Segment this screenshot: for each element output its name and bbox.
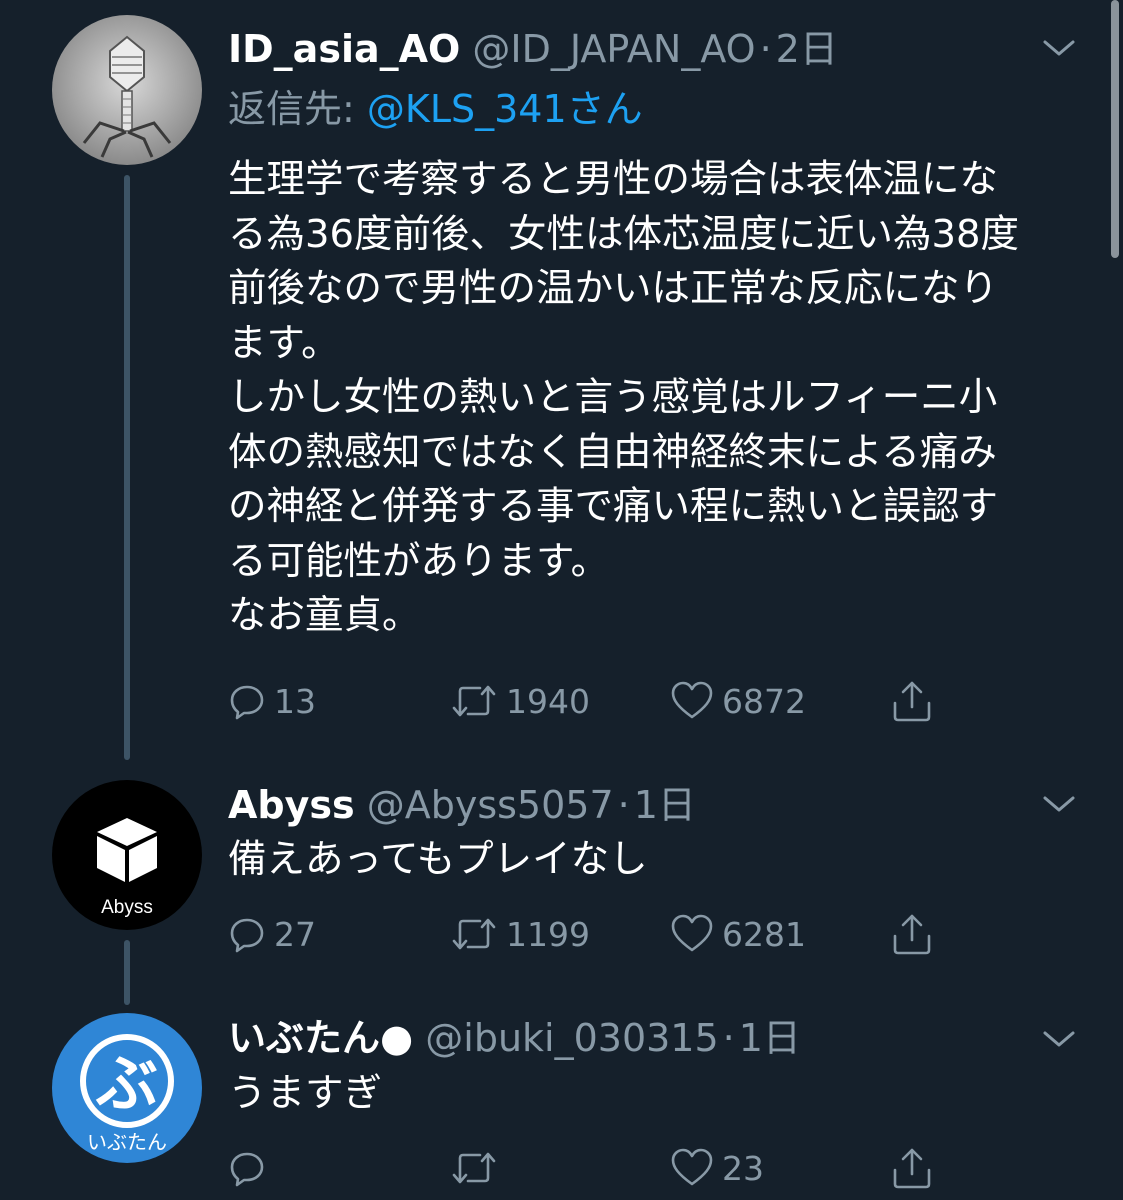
avatar-label: いぶたん <box>87 1130 167 1154</box>
tweet-header: いぶたん● @ibuki_030315 · 1日 <box>228 1011 1033 1065</box>
ibutan-logo-icon: ぶ いぶたん <box>80 1034 174 1154</box>
like-count: 6281 <box>722 914 806 954</box>
chevron-down-icon[interactable] <box>1041 1027 1077 1051</box>
display-name[interactable]: Abyss <box>228 783 355 827</box>
like-icon <box>671 914 713 952</box>
share-icon <box>893 914 931 955</box>
display-name[interactable]: いぶたん● <box>228 1016 413 1060</box>
separator-dot: · <box>617 783 630 827</box>
avatar-glyph: ぶ <box>95 1047 158 1120</box>
retweet-button[interactable]: 1199 <box>450 909 590 959</box>
display-name[interactable]: ID_asia_AO <box>228 27 460 71</box>
user-handle[interactable]: @Abyss5057 <box>367 783 614 827</box>
tweet-text: 生理学で考察すると男性の場合は表体温にな る為36度前後、女性は体芯温度に近い為… <box>228 157 1019 638</box>
tweet-header: ID_asia_AO @ID_JAPAN_AO · 2日 <box>228 22 1033 76</box>
tweet-1[interactable]: ID_asia_AO @ID_JAPAN_AO · 2日 返信先: @KLS_341… <box>0 0 1123 760</box>
tweet-text: 備えあってもプレイなし <box>228 837 648 882</box>
tweet-actions: 27 1199 6281 <box>228 909 968 959</box>
reply-button[interactable] <box>228 1143 274 1193</box>
retweet-count: 1940 <box>506 681 590 721</box>
tweet-actions: 23 <box>228 1143 968 1193</box>
retweet-button[interactable] <box>450 1143 506 1193</box>
reply-icon <box>230 1152 264 1187</box>
reply-mention-link[interactable]: @KLS_341さん <box>367 87 643 131</box>
share-icon <box>893 1148 931 1189</box>
reply-icon <box>230 685 264 720</box>
reply-prefix: 返信先: <box>228 87 355 131</box>
timestamp[interactable]: 1日 <box>739 1016 801 1060</box>
bacteriophage-avatar-image <box>82 35 172 158</box>
share-button[interactable] <box>890 1143 934 1193</box>
avatar-label: Abyss <box>101 897 153 918</box>
like-button[interactable]: 6281 <box>670 909 806 959</box>
cube-logo-icon: Abyss <box>97 818 157 918</box>
tweet-header: Abyss @Abyss5057 · 1日 <box>228 778 1033 832</box>
timestamp[interactable]: 2日 <box>776 27 838 71</box>
avatar[interactable]: ぶ いぶたん <box>52 1013 202 1163</box>
tweet-2[interactable]: Abyss Abyss @Abyss5057 · 1日 備えあってもプレイなし 27… <box>0 770 1123 1005</box>
retweet-count: 1199 <box>506 914 590 954</box>
tweet-3[interactable]: ぶ いぶたん いぶたん● @ibuki_030315 · 1日 うますぎ 23 <box>0 1005 1123 1200</box>
share-button[interactable] <box>890 909 934 959</box>
retweet-icon <box>452 685 496 717</box>
thread-line <box>124 940 130 1005</box>
retweet-button[interactable]: 1940 <box>450 676 590 726</box>
reply-count: 13 <box>274 681 316 721</box>
avatar[interactable]: Abyss <box>52 780 202 930</box>
retweet-icon <box>452 918 496 950</box>
reply-button[interactable]: 13 <box>228 676 316 726</box>
separator-dot: · <box>722 1016 735 1060</box>
tweet-text: うますぎ <box>228 1071 383 1116</box>
like-button[interactable]: 23 <box>670 1143 764 1193</box>
reply-count: 27 <box>274 914 316 954</box>
thread-line <box>124 175 130 760</box>
share-button[interactable] <box>890 676 934 726</box>
like-count: 23 <box>722 1148 764 1188</box>
tweet-actions: 13 1940 6872 <box>228 676 968 726</box>
reply-icon <box>230 918 264 953</box>
like-icon <box>671 681 713 719</box>
user-handle[interactable]: @ibuki_030315 <box>425 1016 718 1060</box>
timestamp[interactable]: 1日 <box>634 783 696 827</box>
chevron-down-icon[interactable] <box>1041 36 1077 60</box>
reply-context: 返信先: @KLS_341さん <box>228 82 643 136</box>
share-icon <box>893 681 931 722</box>
chevron-down-icon[interactable] <box>1041 792 1077 816</box>
retweet-icon <box>452 1152 496 1184</box>
like-count: 6872 <box>722 681 806 721</box>
like-icon <box>671 1148 713 1186</box>
separator-dot: · <box>759 27 772 71</box>
avatar[interactable] <box>52 15 202 165</box>
like-button[interactable]: 6872 <box>670 676 806 726</box>
user-handle[interactable]: @ID_JAPAN_AO <box>472 27 755 71</box>
reply-button[interactable]: 27 <box>228 909 316 959</box>
